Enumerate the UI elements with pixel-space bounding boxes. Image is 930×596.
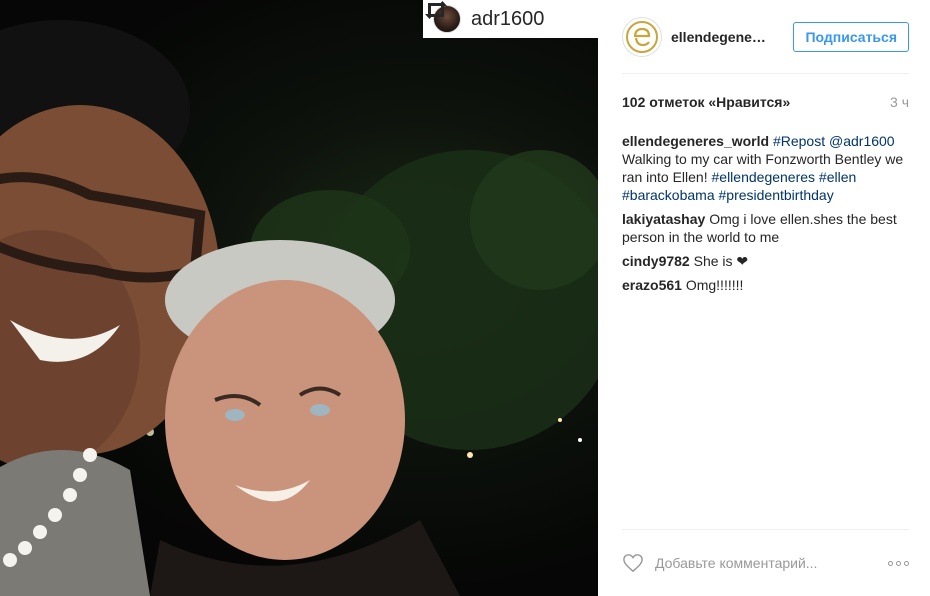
- comment-text: She is ❤: [693, 253, 749, 269]
- add-comment-input[interactable]: [655, 555, 835, 571]
- mention-link[interactable]: @adr1600: [829, 133, 895, 149]
- caption-username[interactable]: ellendegeneres_world: [622, 133, 769, 149]
- hashtag-link[interactable]: #presidentbirthday: [719, 187, 834, 203]
- hashtag-link[interactable]: #barackobama: [622, 187, 715, 203]
- comment-username[interactable]: lakiyatashay: [622, 211, 705, 227]
- repost-icon: [425, 1, 447, 19]
- hashtag-link[interactable]: #ellendegeneres: [712, 169, 816, 185]
- repost-username[interactable]: adr1600: [471, 8, 544, 31]
- list-item: erazo561 Omg!!!!!!!: [622, 276, 909, 294]
- dot-icon: [904, 560, 909, 566]
- dot-icon: [888, 560, 893, 566]
- comment-username[interactable]: erazo561: [622, 277, 682, 293]
- list-item: cindy9782 She is ❤: [622, 252, 909, 270]
- profile-avatar[interactable]: [622, 16, 662, 57]
- caption: ellendegeneres_world #Repost @adr1600 Wa…: [622, 132, 909, 204]
- follow-button[interactable]: Подписаться: [793, 21, 909, 52]
- list-item: lakiyatashay Omg i love ellen.shes the b…: [622, 210, 909, 246]
- comments-list: ellendegeneres_world #Repost @adr1600 Wa…: [622, 110, 909, 294]
- comment-username[interactable]: cindy9782: [622, 253, 690, 269]
- repost-badge[interactable]: adr1600: [423, 0, 598, 38]
- instagram-post: adr1600 ellendegeneres_world Подписаться…: [0, 0, 930, 596]
- likes-count[interactable]: 102 отметок «Нравится»: [622, 94, 790, 110]
- repost-hashtag[interactable]: #Repost: [773, 133, 825, 149]
- post-time[interactable]: 3 ч: [890, 94, 909, 110]
- header-username[interactable]: ellendegeneres_world: [671, 29, 769, 45]
- dot-icon: [896, 560, 901, 566]
- ellen-world-logo-icon: [626, 20, 658, 53]
- post-meta: 102 отметок «Нравится» 3 ч: [622, 74, 909, 110]
- more-options-icon[interactable]: [888, 560, 909, 566]
- post-side-panel: ellendegeneres_world Подписаться 102 отм…: [598, 0, 930, 596]
- hashtag-link[interactable]: #ellen: [819, 169, 856, 185]
- post-footer: [622, 529, 909, 596]
- post-photo[interactable]: adr1600: [0, 0, 598, 596]
- heart-icon[interactable]: [622, 553, 644, 573]
- photo-illustration: [0, 20, 598, 596]
- post-header: ellendegeneres_world Подписаться: [622, 0, 909, 74]
- comment-text: Omg!!!!!!!: [685, 277, 744, 293]
